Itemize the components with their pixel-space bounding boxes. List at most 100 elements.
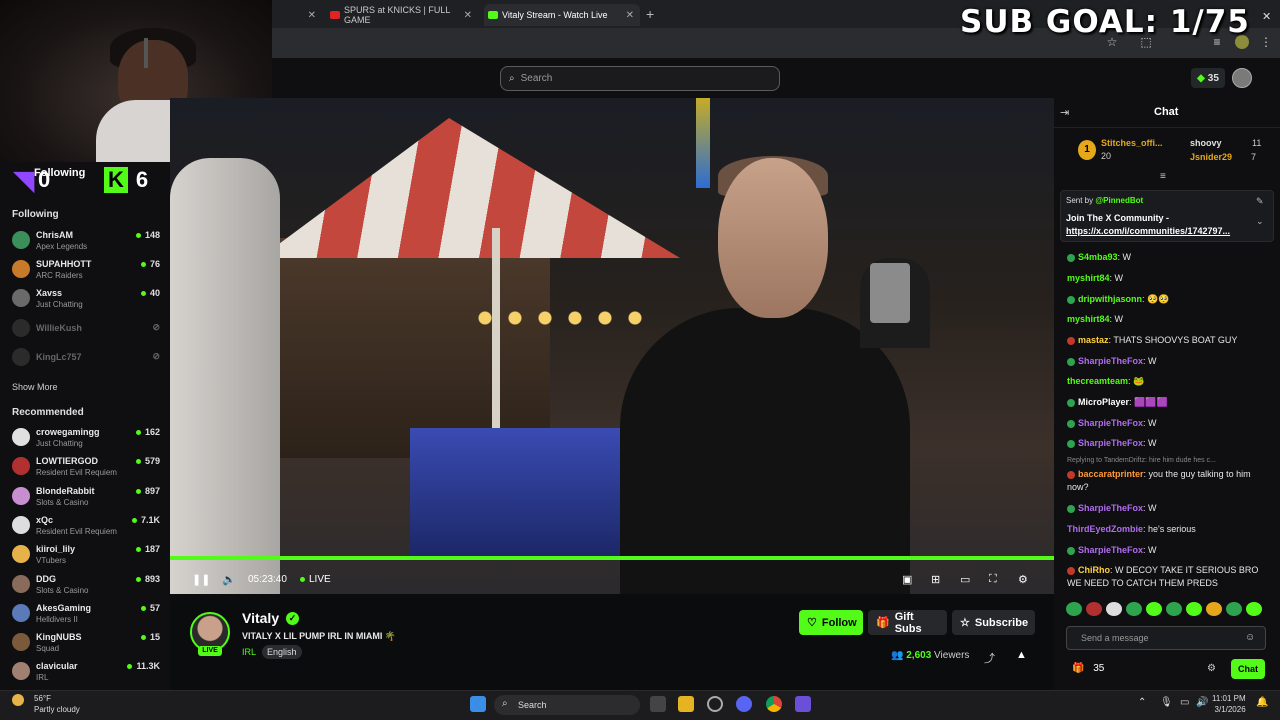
chat-username[interactable]: myshirt84	[1067, 314, 1110, 324]
chat-username[interactable]: SharpieTheFox	[1078, 438, 1143, 448]
browser-tab-3-active[interactable]: Vitaly Stream - Watch Live ✕	[484, 4, 640, 26]
sidebar-channel-xavss[interactable]: Xavss Just Chatting 40	[12, 286, 160, 312]
chat-username[interactable]: ChiRho	[1078, 565, 1110, 575]
sidebar-channel-lowtiergod[interactable]: LOWTIERGOD Resident Evil Requiem 579	[12, 454, 160, 480]
settings-gear-icon[interactable]: ⚙	[1018, 573, 1028, 586]
sidebar-channel-clavicular[interactable]: clavicular IRL 11.3K	[12, 659, 160, 685]
chat-username[interactable]: ThirdEyedZombie	[1067, 524, 1143, 534]
send-chat-button[interactable]: Chat	[1231, 659, 1265, 679]
browser-tab-2[interactable]: SPURS at KNICKS | FULL GAME ✕	[326, 4, 478, 26]
chat-username[interactable]: myshirt84	[1067, 273, 1110, 283]
chat-username[interactable]: thecreamteam	[1067, 376, 1128, 386]
user-avatar[interactable]	[1232, 68, 1252, 88]
sidebar-channel-blonderabbit[interactable]: BlondeRabbit Slots & Casino 897	[12, 484, 160, 510]
chrome-icon[interactable]	[766, 696, 782, 712]
volume-icon[interactable]: 🔊	[222, 573, 236, 586]
emoji-picker-icon[interactable]: ☺	[1245, 632, 1255, 643]
sidebar-channel-crowegamingg[interactable]: crowegamingg Just Chatting 162	[12, 425, 160, 451]
discord-icon[interactable]	[736, 696, 752, 712]
browser-menu-icon[interactable]: ⋮	[1259, 35, 1273, 49]
show-more-link[interactable]: Show More	[12, 382, 58, 392]
task-view-icon[interactable]	[650, 696, 666, 712]
leaderboard-name[interactable]: Jsnider29	[1190, 152, 1232, 162]
points-badge[interactable]: ◆ 35	[1191, 68, 1225, 88]
clip-icon[interactable]: ⊞	[931, 573, 940, 586]
windows-start-icon[interactable]	[470, 696, 486, 712]
taskbar-search[interactable]: Search	[494, 695, 640, 715]
video-player[interactable]	[170, 98, 1054, 594]
unpin-icon[interactable]: ✎	[1256, 196, 1264, 207]
emote-icon[interactable]	[1186, 602, 1202, 616]
chat-username[interactable]: SharpieTheFox	[1078, 545, 1143, 555]
network-icon[interactable]: ▭	[1180, 697, 1189, 708]
file-explorer-icon[interactable]	[678, 696, 694, 712]
leaderboard-name[interactable]: shoovy	[1190, 138, 1222, 148]
pause-icon[interactable]: ❚❚	[192, 573, 210, 586]
video-progress-bar[interactable]	[170, 556, 1054, 560]
chat-username[interactable]: dripwithjasonn	[1078, 294, 1142, 304]
close-tab-icon[interactable]: ✕	[626, 10, 634, 21]
chat-username[interactable]: SharpieTheFox	[1078, 356, 1143, 366]
language-tag[interactable]: English	[262, 645, 302, 659]
leaderboard-name[interactable]: Stitches_offi...	[1101, 138, 1163, 148]
theater-mode-icon[interactable]: ▭	[960, 573, 970, 586]
sidebar-channel-kinglc757[interactable]: KingLc757 ⊘	[12, 345, 160, 371]
stream-category-link[interactable]: IRL	[242, 647, 256, 657]
chat-username[interactable]: SharpieTheFox	[1078, 418, 1143, 428]
notification-bell-icon[interactable]: 🔔	[1256, 697, 1268, 708]
expand-leaderboard-icon[interactable]: ≡	[1160, 171, 1166, 182]
gift-subs-button[interactable]: 🎁 Gift Subs	[868, 610, 947, 635]
taskbar-clock[interactable]: 11:01 PM 3/1/2026	[1212, 693, 1246, 715]
new-tab-button[interactable]: +	[646, 6, 654, 22]
sidebar-channel-chrisam[interactable]: ChrisAM Apex Legends 148	[12, 228, 160, 254]
chat-username[interactable]: SharpieTheFox	[1078, 503, 1143, 513]
emote-icon[interactable]	[1246, 602, 1262, 616]
sidebar-channel-supahhott[interactable]: SUPAHHOTT ARC Raiders 76	[12, 257, 160, 283]
reply-context[interactable]: Replying to TandemDriftz: hire him dude …	[1067, 457, 1216, 464]
volume-icon[interactable]: 🔊	[1196, 697, 1208, 708]
follow-button[interactable]: ♡ Follow	[799, 610, 863, 635]
emote-icon[interactable]	[1206, 602, 1222, 616]
tray-overflow-icon[interactable]: ⌃	[1138, 697, 1146, 708]
settings-app-icon[interactable]	[707, 696, 723, 712]
app-icon[interactable]	[795, 696, 811, 712]
chevron-down-icon[interactable]: ⌄	[1256, 216, 1264, 227]
viewer-count: 7.1K	[132, 515, 160, 525]
chat-username[interactable]: S4mba93	[1078, 252, 1118, 262]
sidebar-channel-kingnubs[interactable]: KingNUBS Squad 15	[12, 630, 160, 656]
collapse-chat-icon[interactable]: ⇥	[1060, 106, 1069, 119]
gift-points-display[interactable]: 🎁 35	[1072, 663, 1104, 674]
microphone-icon[interactable]: 🎙	[1160, 697, 1173, 708]
sidebar-channel-kiiroi-lily[interactable]: kiiroi_lily VTubers 187	[12, 542, 160, 568]
sidebar-channel-ddg[interactable]: DDG Slots & Casino 893	[12, 572, 160, 598]
kick-count: 6	[135, 167, 149, 192]
close-tab-icon[interactable]: ✕	[308, 10, 316, 21]
sidebar-channel-xqc[interactable]: xQc Resident Evil Requiem 7.1K	[12, 513, 160, 539]
report-warning-icon[interactable]: ▲	[1016, 649, 1027, 661]
pinned-bot-name[interactable]: @PinnedBot	[1095, 196, 1143, 205]
close-tab-icon[interactable]: ✕	[464, 10, 472, 21]
emote-icon[interactable]	[1106, 602, 1122, 616]
share-icon[interactable]: ⤴	[984, 650, 995, 666]
emote-icon[interactable]	[1066, 602, 1082, 616]
emote-icon[interactable]	[1126, 602, 1142, 616]
chat-message-input[interactable]: Send a message	[1066, 626, 1266, 650]
emote-icon[interactable]	[1146, 602, 1162, 616]
sidebar-channel-akesgaming[interactable]: AkesGaming Helldivers II 57	[12, 601, 160, 627]
chat-username[interactable]: MicroPlayer	[1078, 397, 1129, 407]
window-close-icon[interactable]: ✕	[1262, 10, 1271, 23]
streamer-name[interactable]: Vitaly	[242, 610, 279, 626]
subscribe-button[interactable]: ☆ Subscribe	[952, 610, 1035, 635]
sidebar-channel-williekush[interactable]: WillieKush ⊘	[12, 316, 160, 342]
miniplayer-icon[interactable]: ▣	[902, 573, 912, 586]
chat-settings-icon[interactable]: ⚙	[1207, 663, 1216, 674]
chat-message: MicroPlayer: 🟪🟪🟪	[1067, 396, 1267, 409]
emote-icon[interactable]	[1166, 602, 1182, 616]
pinned-link[interactable]: https://x.com/i/communities/1742797...	[1066, 226, 1230, 236]
fullscreen-icon[interactable]: ⛶	[989, 573, 997, 586]
emote-icon[interactable]	[1086, 602, 1102, 616]
chat-username[interactable]: baccaratprinter	[1078, 469, 1144, 479]
emote-icon[interactable]	[1226, 602, 1242, 616]
search-input[interactable]: ⌕ Search	[500, 66, 780, 91]
chat-username[interactable]: mastaz	[1078, 335, 1109, 345]
